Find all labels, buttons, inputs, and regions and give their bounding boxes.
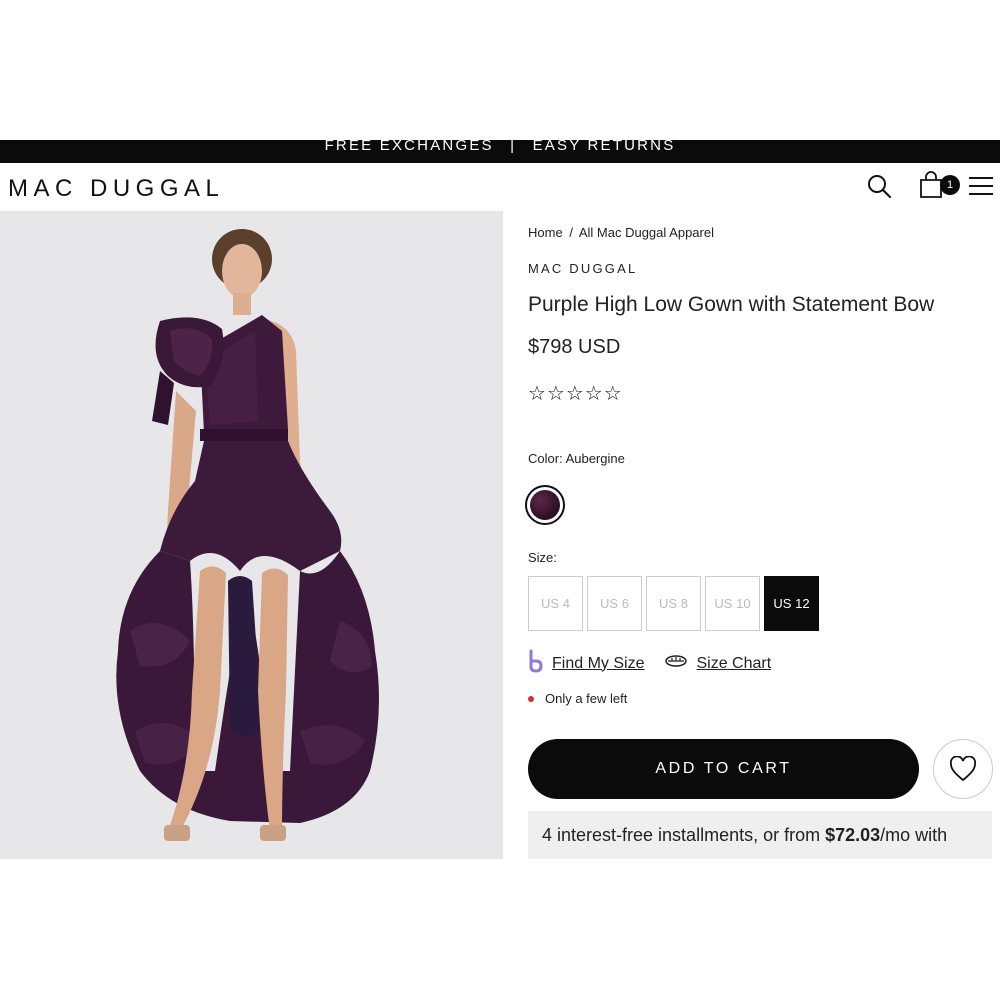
announcement-returns: EASY RETURNS [532, 140, 676, 154]
breadcrumb-separator: / [569, 225, 573, 240]
size-options: US 4 US 6 US 8 US 10 US 12 [528, 576, 819, 631]
size-chart-link[interactable]: Size Chart [696, 655, 771, 673]
color-swatch-aubergine[interactable] [525, 485, 565, 525]
gown-illustration [0, 211, 503, 859]
swatch-fill [530, 490, 560, 520]
rating-stars[interactable]: ☆☆☆☆☆ [528, 381, 623, 406]
find-my-size-link[interactable]: Find My Size [552, 655, 644, 673]
size-label: Size: [528, 550, 557, 565]
breadcrumb: Home / All Mac Duggal Apparel [528, 225, 714, 240]
low-stock-dot-icon [528, 695, 534, 702]
installments-amount: $72.03 [825, 825, 881, 845]
page-viewport: FREE EXCHANGES | EASY RETURNS MAC DUGGAL… [0, 140, 1000, 859]
breadcrumb-current-link[interactable]: All Mac Duggal Apparel [579, 225, 714, 240]
site-header: MAC DUGGAL 1 [0, 163, 1000, 211]
add-to-cart-button[interactable]: ADD TO CART [528, 739, 919, 799]
size-option-us-10[interactable]: US 10 [705, 576, 760, 631]
ruler-icon [664, 653, 688, 674]
stock-status: Only a few left [528, 691, 627, 706]
size-option-us-4[interactable]: US 4 [528, 576, 583, 631]
installments-banner: 4 interest-free installments, or from $7… [528, 811, 992, 859]
size-help-links: Find My Size Size Chart [528, 649, 771, 678]
stock-text: Only a few left [545, 691, 628, 706]
breadcrumb-home-link[interactable]: Home [528, 225, 563, 240]
hamburger-menu-icon[interactable] [968, 175, 994, 202]
product-brand: MAC DUGGAL [528, 261, 638, 276]
product-title: Purple High Low Gown with Statement Bow [528, 293, 935, 316]
size-option-us-6[interactable]: US 6 [587, 576, 642, 631]
installments-prefix: 4 interest-free installments, or from [542, 825, 826, 845]
size-option-us-12[interactable]: US 12 [764, 576, 819, 631]
announcement-bar: FREE EXCHANGES | EASY RETURNS [0, 140, 1000, 163]
size-option-us-8[interactable]: US 8 [646, 576, 701, 631]
installments-suffix: /mo with [880, 825, 948, 845]
wishlist-button[interactable] [933, 739, 993, 799]
find-my-size-icon [528, 649, 544, 678]
announcement-separator: | [510, 140, 517, 154]
product-image[interactable] [0, 211, 503, 859]
product-price: $798 USD [528, 336, 621, 358]
search-icon[interactable] [866, 173, 892, 204]
announcement-exchanges: FREE EXCHANGES [324, 140, 494, 154]
color-label: Color: Aubergine [528, 451, 625, 466]
cart-count-badge[interactable]: 1 [940, 175, 960, 195]
brand-logo[interactable]: MAC DUGGAL [8, 175, 224, 203]
heart-icon [949, 756, 977, 782]
